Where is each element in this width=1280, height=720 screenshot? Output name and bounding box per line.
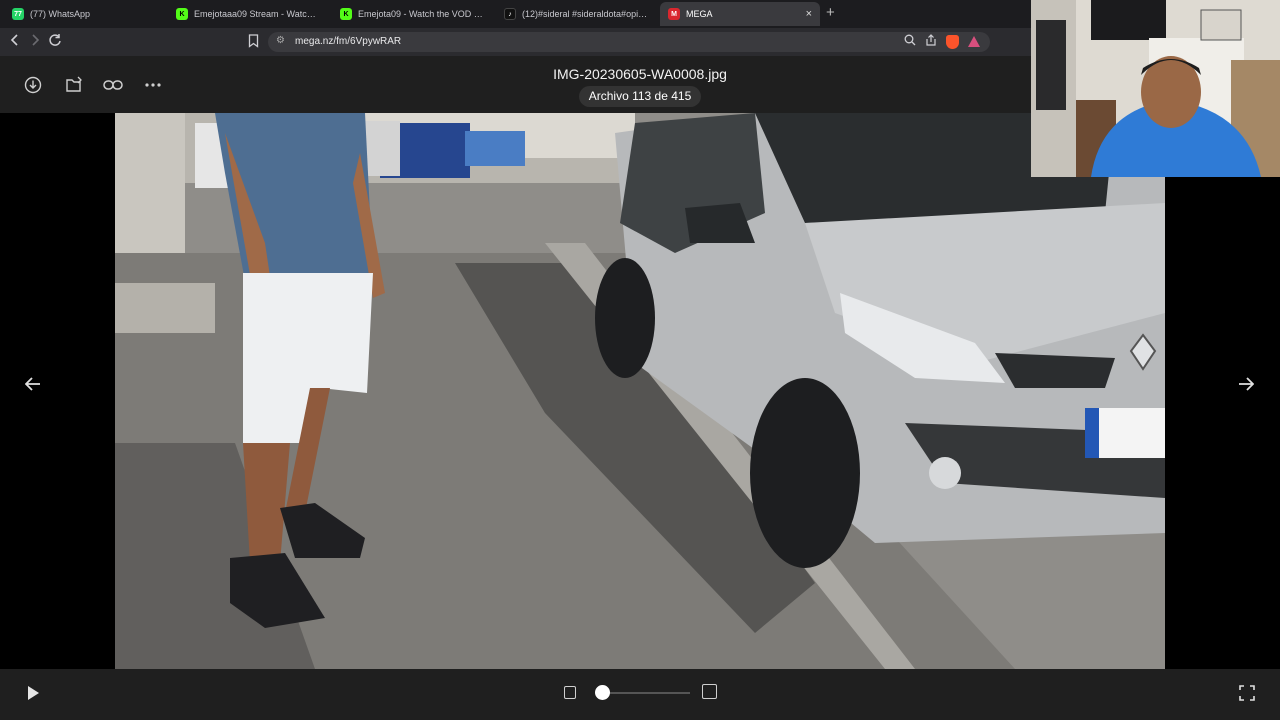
photo-image (115, 113, 1165, 669)
download-icon[interactable] (22, 74, 44, 96)
mega-icon: M (668, 8, 680, 20)
close-tab-icon[interactable]: × (806, 8, 812, 20)
fullscreen-icon[interactable] (1239, 685, 1255, 701)
reload-icon[interactable] (48, 33, 62, 52)
image-stage (0, 113, 1280, 669)
webcam-overlay (1031, 0, 1280, 177)
file-counter: Archivo 113 de 415 (579, 86, 701, 107)
tab-kick-vod[interactable]: K Emejota09 - Watch the VOD on K (332, 2, 492, 26)
tab-label: Emejotaaa09 Stream - Watch Live (194, 9, 320, 19)
bookmark-icon[interactable] (248, 34, 259, 53)
tab-label: (12)#sideral #sideraldota#opinion#z (522, 9, 648, 19)
tab-whatsapp[interactable]: 77 (77) WhatsApp (4, 2, 164, 26)
back-icon[interactable] (9, 33, 21, 52)
tab-mega[interactable]: M MEGA × (660, 2, 820, 26)
share-icon[interactable] (925, 34, 937, 49)
zoom-out-icon[interactable] (564, 686, 576, 699)
tab-kick-stream[interactable]: K Emejotaaa09 Stream - Watch Live (168, 2, 328, 26)
new-tab-button[interactable]: + (826, 4, 835, 21)
brave-shields-icon[interactable] (946, 34, 959, 49)
viewer-controls (0, 669, 1280, 720)
more-options-icon[interactable] (142, 74, 164, 96)
zoom-slider-handle[interactable] (595, 685, 611, 700)
tab-label: MEGA (686, 9, 713, 19)
address-bar-actions (904, 34, 980, 49)
link-icon[interactable] (102, 74, 124, 96)
brave-rewards-icon[interactable] (968, 36, 980, 47)
photo-preview (115, 113, 1165, 669)
webcam-image (1031, 0, 1280, 177)
file-name: IMG-20230605-WA0008.jpg (553, 66, 727, 82)
tiktok-icon: ♪ (504, 8, 516, 20)
kick-icon: K (176, 8, 188, 20)
previous-image-icon[interactable] (24, 375, 41, 396)
address-bar[interactable]: ⚙ mega.nz/fm/6VpywRAR (268, 32, 990, 52)
whatsapp-icon: 77 (12, 8, 24, 20)
zoom-icon[interactable] (904, 34, 916, 49)
forward-icon[interactable] (29, 33, 41, 52)
tab-label: (77) WhatsApp (30, 9, 91, 19)
zoom-in-icon[interactable] (702, 684, 717, 699)
slideshow-play-icon[interactable] (28, 686, 39, 700)
url-text: mega.nz/fm/6VpywRAR (295, 36, 402, 47)
site-settings-icon[interactable]: ⚙ (276, 35, 285, 46)
kick-icon: K (340, 8, 352, 20)
tab-label: Emejota09 - Watch the VOD on K (358, 9, 484, 19)
tab-tiktok[interactable]: ♪ (12)#sideral #sideraldota#opinion#z (496, 2, 656, 26)
zoom-slider[interactable] (598, 692, 690, 694)
next-image-icon[interactable] (1238, 375, 1255, 396)
save-to-mega-icon[interactable] (62, 74, 84, 96)
